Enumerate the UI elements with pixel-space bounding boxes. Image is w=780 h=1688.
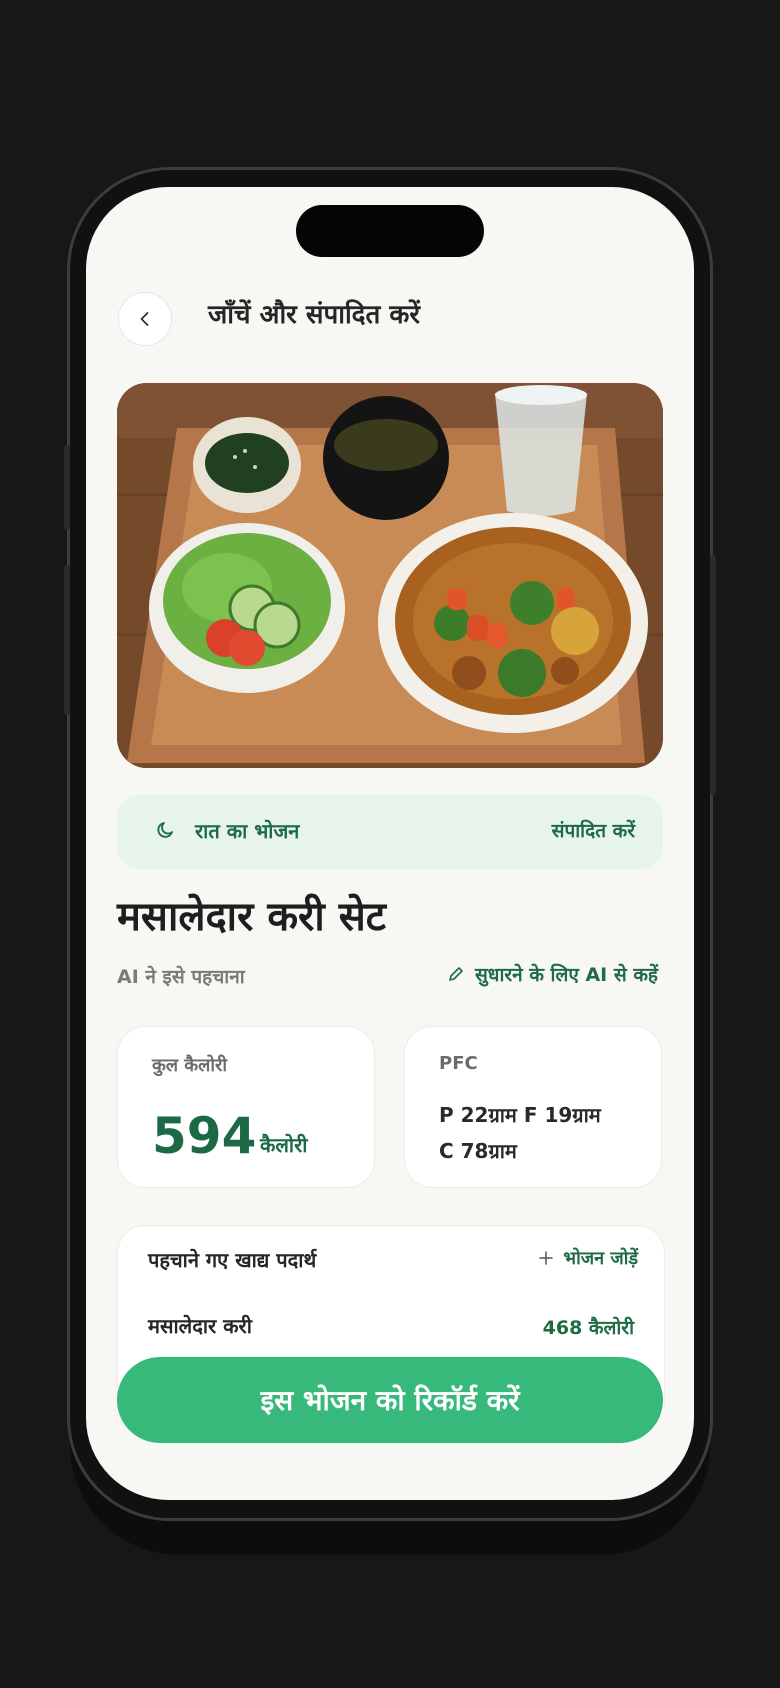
pfc-carbs: C 78ग्राम [439,1139,517,1163]
chevron-left-icon [140,312,149,326]
pfc-card: PFC P 22ग्राम F 19ग्राम C 78ग्राम [404,1026,662,1188]
volume-down-button [64,565,70,715]
dynamic-island [296,205,484,257]
page-title: जाँचें और संपादित करें [208,300,420,330]
total-calories-value: 594 [152,1107,257,1165]
app-screen: जाँचें और संपादित करें रात का भोजन संपाद… [86,187,694,1500]
ask-ai-fix-label: सुधारने के लिए AI से कहें [474,964,658,986]
pencil-icon [449,967,463,981]
meal-edit-link[interactable]: संपादित करें [552,817,635,843]
moon-icon [157,822,173,838]
dish-title: मसालेदार करी सेट [117,894,386,940]
food-item-kcal: 468 कैलोरी [542,1317,634,1339]
meal-type-bar[interactable]: रात का भोजन संपादित करें [117,795,663,869]
food-item-name: मसालेदार करी [148,1314,252,1338]
meal-type-label: रात का भोजन [195,819,300,843]
plus-icon [539,1251,554,1265]
pfc-protein-fat: P 22ग्राम F 19ग्राम [439,1103,601,1127]
power-button [710,555,716,795]
add-meal-label: भोजन जोड़ें [563,1248,638,1269]
ask-ai-fix-link[interactable]: सुधारने के लिए AI से कहें [447,961,658,987]
add-meal-button[interactable]: भोजन जोड़ें [539,1246,638,1270]
ai-recognized-label: AI ने इसे पहचाना [117,966,245,988]
total-calories-label: कुल कैलोरी [152,1055,228,1076]
total-calories-unit: कैलोरी [260,1133,308,1157]
total-calories-card: कुल कैलोरी 594 कैलोरी [117,1026,375,1188]
meal-photo-illustration [117,383,663,768]
back-button[interactable] [118,292,172,346]
record-meal-button[interactable]: इस भोजन को रिकॉर्ड करें [117,1357,663,1443]
volume-up-button [64,445,70,530]
meal-photo [117,383,663,768]
pfc-label: PFC [439,1053,478,1074]
detected-foods-title: पहचाने गए खाद्य पदार्थ [148,1248,317,1272]
